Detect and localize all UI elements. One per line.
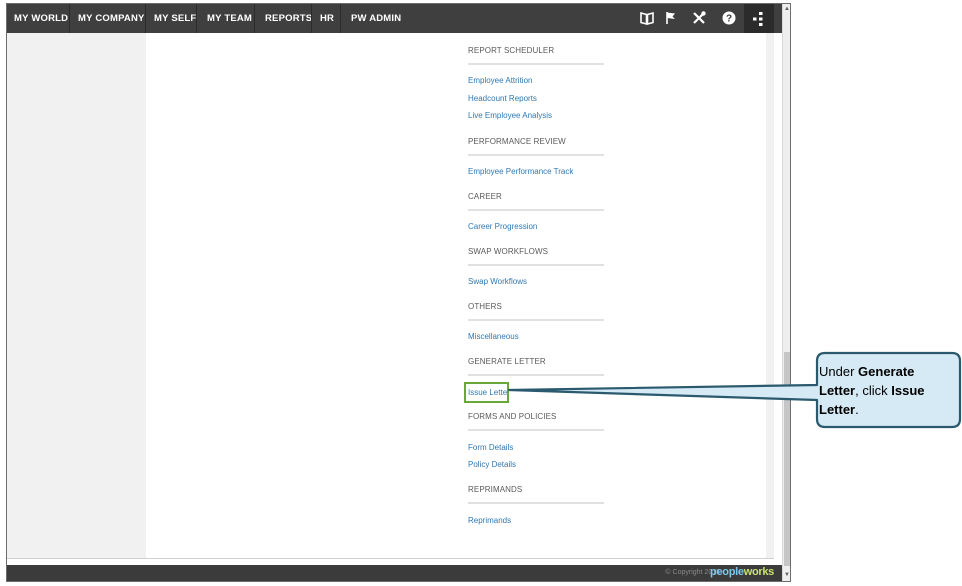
callout-shape <box>507 351 962 429</box>
callout-text-3: . <box>855 402 859 417</box>
callout-text-2: , click <box>855 383 892 398</box>
callout-text-1: Under <box>819 364 859 379</box>
callout-instruction: Under Generate Letter, click Issue Lette… <box>819 362 955 419</box>
